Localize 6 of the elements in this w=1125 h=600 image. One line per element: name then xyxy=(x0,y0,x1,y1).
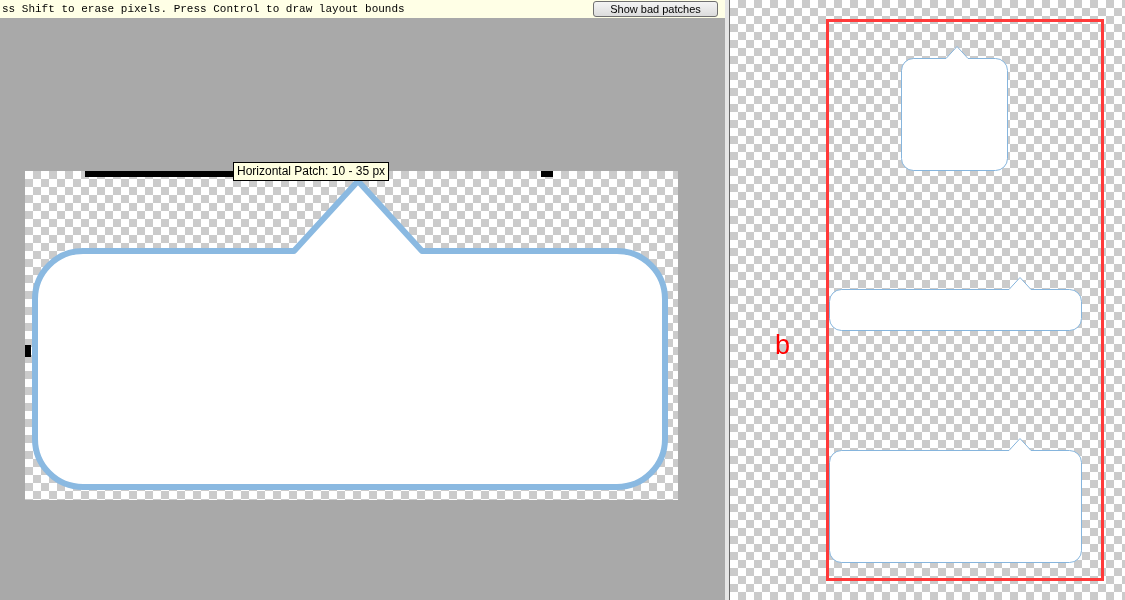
hint-text: ss Shift to erase pixels. Press Control to draw layout bounds xyxy=(2,3,405,15)
patch-marker xyxy=(541,171,553,177)
show-bad-patches-button[interactable]: Show bad patches xyxy=(593,1,718,17)
patch-marker xyxy=(25,345,31,357)
patch-tooltip: Horizontal Patch: 10 - 35 px xyxy=(233,162,390,181)
preview-label: b xyxy=(775,330,791,360)
